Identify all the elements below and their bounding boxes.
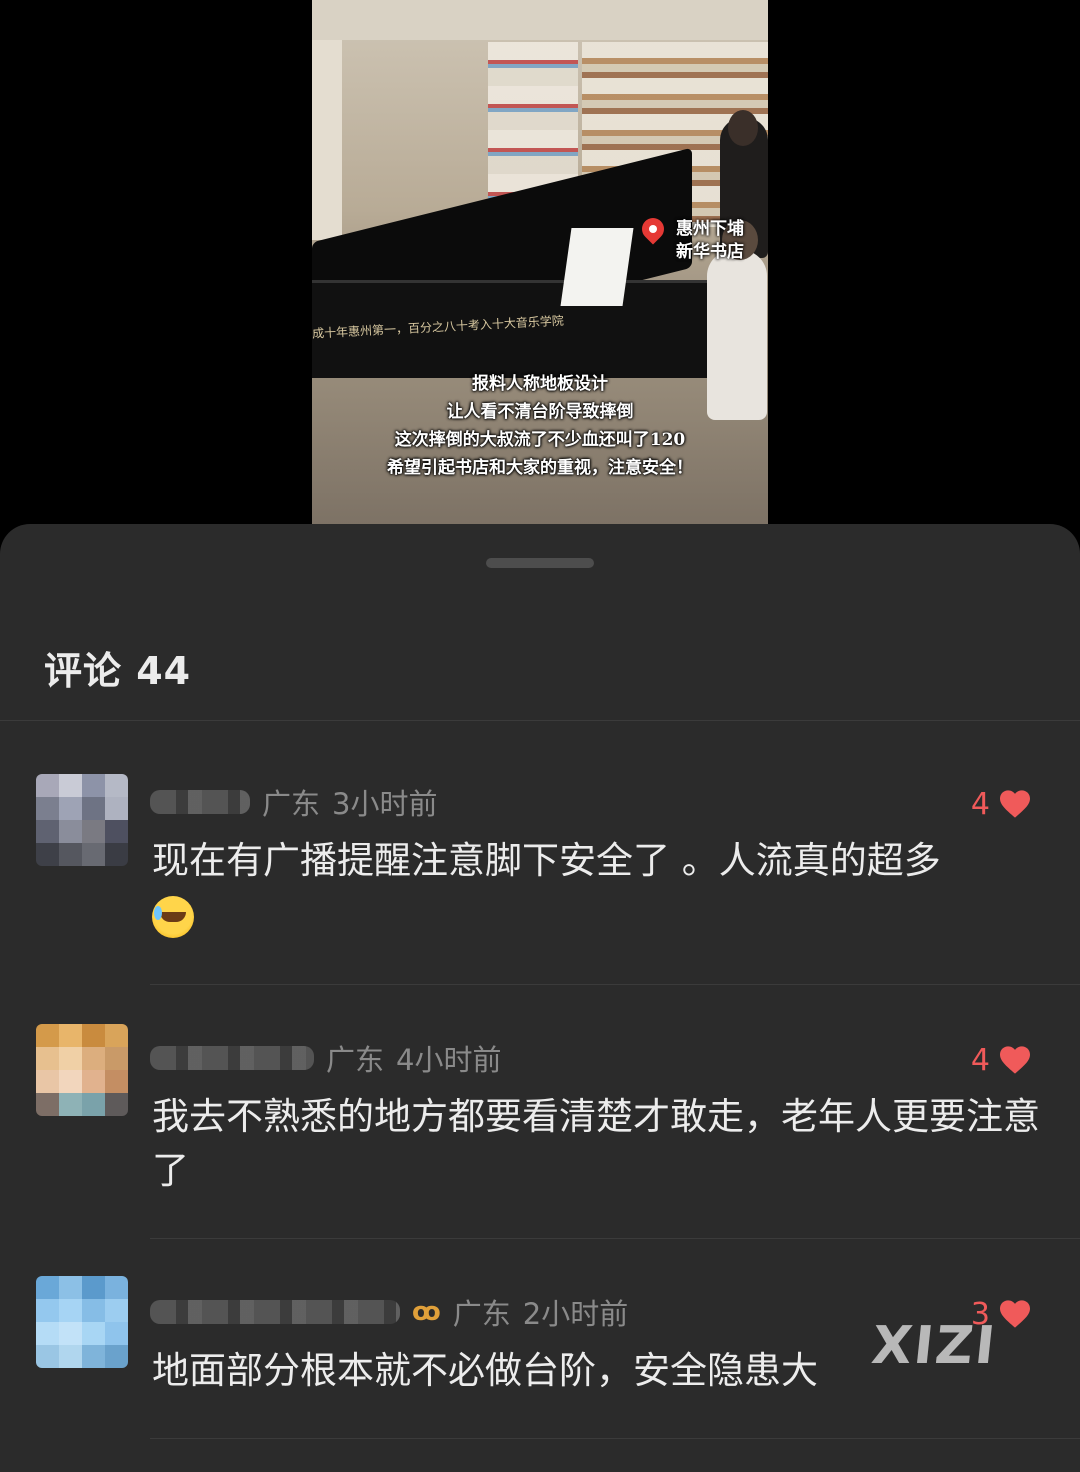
video-caption: 报料人称地板设计 让人看不清台阶导致摔倒 这次摔倒的大叔流了不少血还叫了120 … [312,370,768,482]
like-count: 4 [970,1042,990,1078]
comment-region: 广东 [452,1297,511,1331]
like-count: 4 [970,786,990,822]
caption-line: 这次摔倒的大叔流了不少血还叫了120 [394,430,686,450]
comment-text-content: 现在有广播提醒注意脚下安全了 。人流真的超多 [152,839,941,882]
comment-time: 4小时前 [396,1043,502,1077]
heart-icon[interactable] [998,1299,1032,1329]
comment-text: 现在有广播提醒注意脚下安全了 。人流真的超多 [152,834,1042,942]
heart-icon[interactable] [998,1045,1032,1075]
avatar[interactable] [36,1024,128,1116]
video-sheet-music [560,228,634,306]
caption-line: 希望引起书店和大家的重视，注意安全！ [387,458,693,478]
laughing-crying-emoji-icon [152,895,194,938]
avatar[interactable] [36,774,128,866]
comment-meta: ꝏ 广东 2小时前 [150,1290,640,1334]
comment-meta-text: 广东 4小时前 [326,1037,513,1079]
video-bystander-head [728,110,758,146]
caption-line: 报料人称地板设计 [472,374,608,394]
divider [150,984,1080,985]
like-button[interactable]: 4 [971,782,1032,826]
comment-meta: 广东 3小时前 [150,780,449,824]
comment-region: 广东 [326,1043,385,1077]
heart-icon[interactable] [998,789,1032,819]
divider [0,720,1080,721]
video-location-label: 惠州下埔 新华书店 [676,219,744,262]
video-ceiling [312,0,768,40]
comment-meta-text: 广东 2小时前 [453,1291,640,1333]
comment-time: 2小时前 [522,1297,629,1331]
comment-region: 广东 [262,787,321,821]
video-player[interactable]: 成十年惠州第一，百分之八十考入十大音乐学院 惠州下埔 新华书店 报料人称地板设计… [312,0,768,525]
video-pillar [312,40,342,240]
divider [150,1438,1080,1439]
comment-text: 我去不熟悉的地方都要看清楚才敢走，老年人更要注意了 [152,1095,1040,1192]
comment-meta-text: 广东 3小时前 [262,781,449,823]
caption-line: 让人看不清台阶导致摔倒 [446,402,634,422]
vip-badge-icon: ꝏ [412,1297,441,1327]
divider [150,1238,1080,1239]
comment-meta: 广东 4小时前 [150,1036,513,1080]
username-redacted[interactable] [150,1300,400,1324]
avatar[interactable] [36,1276,128,1368]
like-button[interactable]: 4 [971,1038,1032,1082]
comment-time: 3小时前 [332,787,438,821]
username-redacted[interactable] [150,1046,314,1070]
drag-handle[interactable] [486,558,594,568]
username-redacted[interactable] [150,790,250,814]
xizi-watermark: XIZI [868,1316,1000,1376]
comments-title: 评论 44 [44,649,192,693]
